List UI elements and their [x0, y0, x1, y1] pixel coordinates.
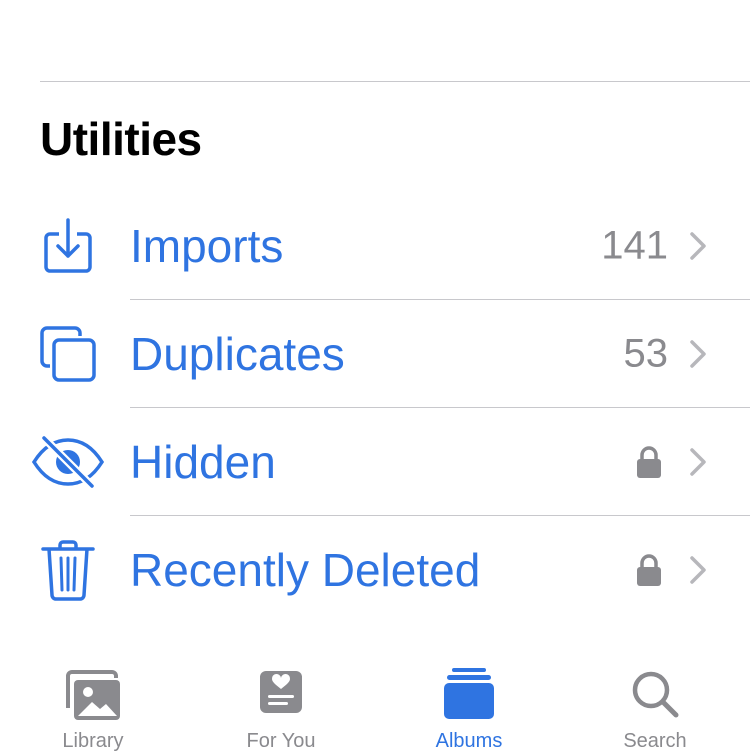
tab-library[interactable]: Library: [18, 660, 168, 755]
imports-count: 141: [601, 223, 668, 268]
row-duplicates[interactable]: Duplicates 53: [0, 300, 750, 408]
hidden-label: Hidden: [130, 436, 276, 488]
row-imports[interactable]: Imports 141: [0, 192, 750, 300]
tab-albums-label: Albums: [435, 730, 503, 752]
tab-for-you-label: For You: [246, 730, 316, 752]
lock-icon: [637, 554, 661, 586]
chevron-right-icon: [690, 556, 706, 584]
tab-search-label: Search: [623, 730, 687, 752]
section-title: Utilities: [40, 113, 202, 165]
recently-deleted-label: Recently Deleted: [130, 544, 481, 596]
row-hidden[interactable]: Hidden: [0, 408, 750, 516]
tab-for-you[interactable]: For You: [206, 660, 356, 755]
for-you-icon: [260, 671, 302, 713]
imports-label: Imports: [130, 220, 284, 272]
chevron-right-icon: [690, 448, 706, 476]
tab-search[interactable]: Search: [580, 660, 730, 755]
chevron-right-icon: [690, 340, 706, 368]
trash-icon: [28, 538, 108, 602]
tab-library-label: Library: [62, 730, 124, 752]
import-icon: [28, 214, 108, 278]
row-recently-deleted[interactable]: Recently Deleted: [0, 516, 750, 624]
library-icon: [66, 670, 120, 720]
hidden-eye-icon: [28, 430, 108, 494]
lock-icon: [637, 446, 661, 478]
duplicates-icon: [28, 322, 108, 386]
chevron-right-icon: [690, 232, 706, 260]
top-divider: [40, 81, 750, 82]
albums-icon: [444, 668, 494, 719]
duplicates-count: 53: [623, 331, 669, 376]
tab-bar: Library For You Albums Search: [0, 660, 750, 755]
tab-albums[interactable]: Albums: [394, 660, 544, 755]
search-icon: [632, 671, 679, 718]
duplicates-label: Duplicates: [130, 328, 345, 380]
